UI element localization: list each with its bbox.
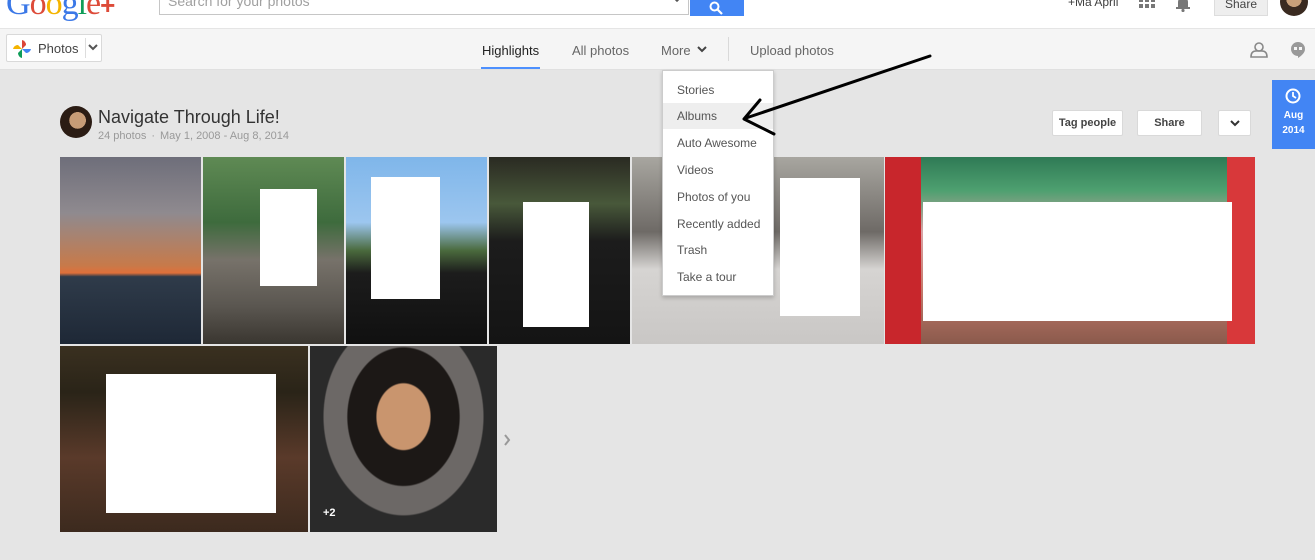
chevron-down-icon	[1230, 120, 1240, 127]
chevron-down-icon[interactable]	[672, 0, 682, 4]
apps-grid-icon[interactable]	[1139, 0, 1155, 10]
tag-people-button[interactable]: Tag people	[1052, 110, 1123, 136]
chevron-down-icon[interactable]	[697, 46, 707, 53]
menu-item-photos-of-you[interactable]: Photos of you	[663, 184, 773, 210]
tab-all-photos[interactable]: All photos	[572, 43, 629, 58]
chevron-down-icon[interactable]	[88, 43, 98, 51]
photos-label: Photos	[38, 41, 79, 56]
date-flag-month: Aug	[1283, 110, 1304, 121]
photo-thumbnail[interactable]	[60, 157, 201, 344]
divider	[85, 38, 86, 58]
tab-more[interactable]: More	[661, 43, 691, 58]
photo-thumbnail[interactable]	[60, 346, 308, 532]
share-button[interactable]: Share	[1137, 110, 1202, 136]
photo-thumbnail[interactable]: +2	[310, 346, 497, 532]
hangouts-icon[interactable]	[1290, 41, 1306, 59]
divider	[728, 37, 729, 61]
photos-app-switcher[interactable]: Photos	[6, 34, 102, 62]
meta-separator: ·	[151, 130, 155, 142]
top-bar: Google+ +Ma April Share	[0, 0, 1315, 28]
date-flag-year: 2014	[1282, 125, 1305, 136]
search-input[interactable]	[160, 0, 660, 14]
user-name-link[interactable]: +Ma April	[1068, 0, 1118, 9]
date-range: May 1, 2008 - Aug 8, 2014	[160, 130, 290, 142]
album-title: Navigate Through Life!	[98, 107, 280, 127]
album-meta: 24 photos · May 1, 2008 - Aug 8, 2014	[98, 130, 289, 142]
album-owner-avatar[interactable]	[60, 106, 92, 138]
clock-icon	[1285, 88, 1301, 104]
tab-highlights[interactable]: Highlights	[482, 43, 539, 58]
photos-nav-bar: Photos Highlights All photos More Upload…	[0, 29, 1315, 70]
search-icon	[709, 1, 723, 15]
date-flag[interactable]: Aug 2014	[1272, 80, 1315, 149]
redacted-area	[106, 374, 276, 513]
redacted-area	[780, 178, 860, 316]
active-tab-underline	[481, 67, 540, 69]
redacted-area	[260, 189, 317, 286]
search-button[interactable]	[690, 0, 744, 16]
menu-item-take-a-tour[interactable]: Take a tour	[663, 264, 773, 290]
redacted-area	[923, 202, 1232, 321]
avatar[interactable]	[1280, 0, 1308, 16]
redacted-area	[523, 202, 589, 327]
menu-item-trash[interactable]: Trash	[663, 237, 773, 263]
cloud-user-icon[interactable]	[1249, 41, 1269, 59]
chevron-right-icon[interactable]	[503, 434, 511, 446]
annotation-arrow	[742, 54, 932, 136]
pinwheel-icon	[13, 40, 31, 58]
photo-count: 24 photos	[98, 130, 147, 142]
notification-bell-icon[interactable]	[1176, 0, 1190, 12]
photo-detail	[885, 157, 921, 344]
menu-item-videos[interactable]: Videos	[663, 157, 773, 183]
album-options-button[interactable]	[1218, 110, 1251, 136]
photo-thumbnail[interactable]	[346, 157, 487, 344]
google-plus-logo[interactable]: Google+	[6, 0, 115, 25]
menu-item-recently-added[interactable]: Recently added	[663, 211, 773, 237]
photo-thumbnail[interactable]	[885, 157, 1255, 344]
search-box	[159, 0, 689, 15]
redacted-area	[371, 177, 440, 299]
photo-thumbnail[interactable]	[489, 157, 630, 344]
share-button-top[interactable]: Share	[1214, 0, 1268, 16]
more-photos-badge: +2	[323, 507, 336, 519]
photo-thumbnail[interactable]	[203, 157, 344, 344]
